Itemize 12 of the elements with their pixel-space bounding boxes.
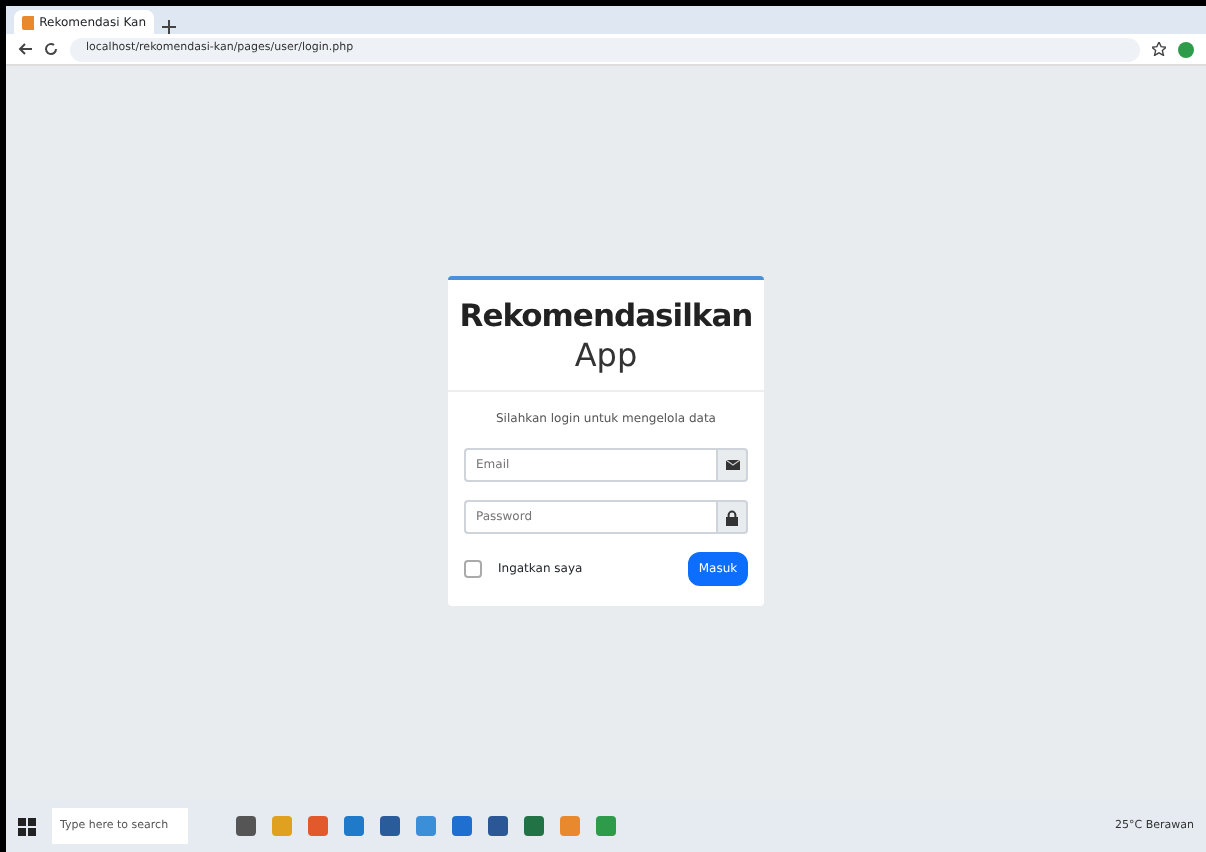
app-subtitle: App — [572, 335, 640, 374]
new-tab-icon[interactable] — [162, 20, 176, 34]
page-icon — [22, 15, 34, 29]
reload-icon[interactable] — [44, 42, 58, 56]
star-icon[interactable] — [1152, 42, 1166, 56]
remember-checkbox[interactable] — [464, 560, 482, 578]
profile-icon[interactable] — [1178, 41, 1194, 57]
app-title: Rekomendasilkan — [459, 300, 753, 336]
start-icon[interactable] — [18, 817, 36, 835]
lock-icon — [726, 509, 738, 525]
back-icon[interactable] — [18, 42, 32, 56]
envelope-icon — [725, 460, 739, 470]
